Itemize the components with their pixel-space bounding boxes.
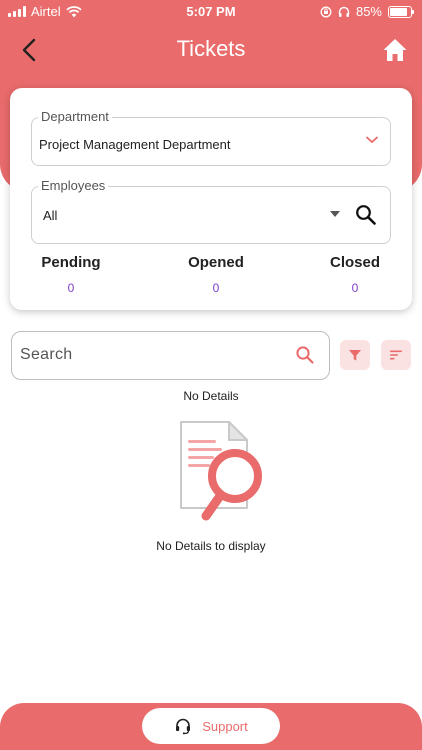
support-button[interactable]: Support [142, 708, 280, 744]
stat-label: Pending [41, 254, 101, 271]
empty-heading: No Details [183, 389, 239, 403]
dropdown-arrow-icon [330, 211, 340, 217]
department-value: Project Management Department [39, 137, 231, 152]
chevron-down-icon [366, 136, 378, 144]
employees-label: Employees [38, 178, 109, 193]
search-placeholder: Search [20, 346, 73, 363]
headset-icon [176, 718, 191, 735]
battery-icon [388, 5, 414, 18]
page-title: Tickets [176, 36, 246, 61]
empty-message: No Details to display [156, 539, 266, 553]
filter-icon [349, 350, 361, 361]
headphones-icon [338, 6, 350, 17]
orientation-lock-icon [320, 6, 332, 17]
employees-value: All [43, 208, 58, 223]
stat-pending[interactable]: Pending 0 [11, 254, 131, 295]
status-bar: Airtel 5:07 PM 85% [0, 0, 422, 24]
department-select[interactable]: Department Project Management Department [31, 109, 391, 166]
stat-count: 0 [351, 281, 359, 295]
sort-button[interactable] [381, 340, 411, 370]
department-label: Department [38, 109, 112, 124]
search-icon[interactable] [295, 345, 315, 365]
filter-card: Department Project Management Department… [10, 88, 412, 310]
battery-percent: 85% [355, 4, 382, 19]
stat-count: 0 [67, 281, 75, 295]
stat-label: Opened [188, 254, 244, 271]
home-icon[interactable] [382, 37, 408, 63]
stat-closed[interactable]: Closed 0 [295, 254, 415, 295]
search-input[interactable]: Search [11, 331, 330, 380]
ticket-stats: Pending 0 Opened 0 Closed 0 [10, 254, 412, 298]
employees-select[interactable]: Employees All [31, 178, 391, 244]
stat-label: Closed [329, 254, 380, 271]
sort-icon [390, 350, 402, 360]
stat-count: 0 [212, 281, 220, 295]
employee-search-icon[interactable] [355, 204, 376, 225]
status-right: 85% [320, 4, 414, 19]
support-label: Support [202, 718, 248, 734]
filter-button[interactable] [340, 340, 370, 370]
stat-opened[interactable]: Opened 0 [156, 254, 276, 295]
document-search-icon [180, 421, 262, 521]
